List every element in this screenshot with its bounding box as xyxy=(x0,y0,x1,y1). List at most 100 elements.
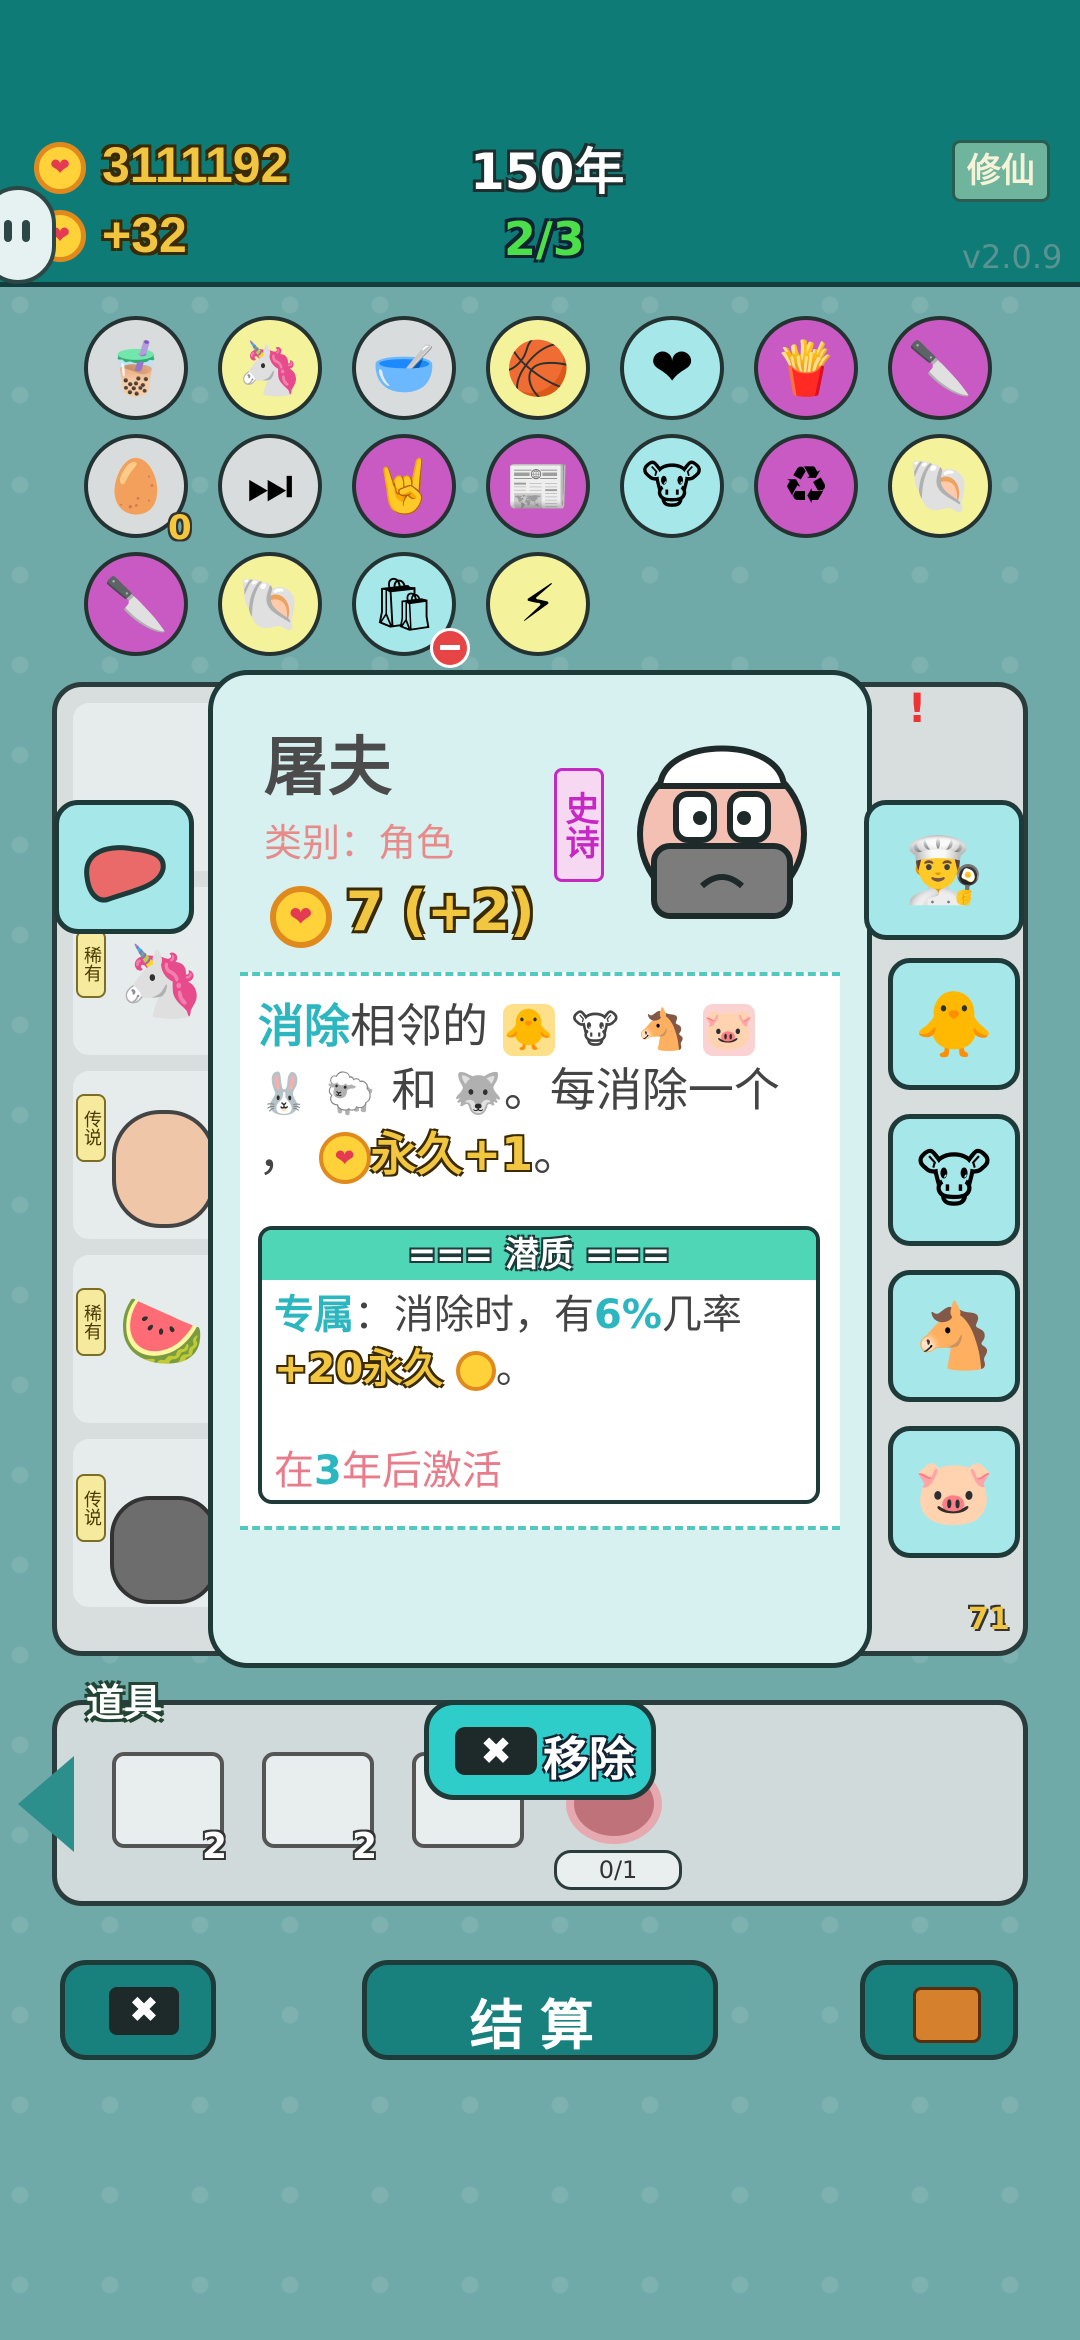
activation-note: 在3年后激活 xyxy=(274,1438,502,1496)
coin-income: +32 xyxy=(102,207,187,263)
unicorn-icon: 🦄 xyxy=(237,338,303,399)
tool-count: 2 xyxy=(202,1826,228,1867)
chick-icon: 🐥 xyxy=(914,987,994,1062)
lightning-item[interactable]: ⚡ xyxy=(486,552,590,656)
shell-icon: 🐚 xyxy=(907,456,973,517)
version-label: v2.0.9 xyxy=(962,238,1063,276)
butcher-portrait-icon xyxy=(637,745,807,919)
potential-desc: 几率 xyxy=(661,1292,742,1338)
cow-pair-icon: 🐮 xyxy=(641,456,703,516)
potential-title: === 潜质 === xyxy=(262,1230,816,1280)
heart-fan-icon: ❤ xyxy=(650,338,694,398)
cultivation-button[interactable]: 修仙 xyxy=(952,140,1050,202)
remove-badge-icon[interactable] xyxy=(430,628,470,668)
tools-title: 道具 xyxy=(86,1681,163,1725)
basketballs-item[interactable]: 🏀 xyxy=(486,316,590,420)
cleaver-icon: 🔪 xyxy=(103,574,169,635)
coin-icon xyxy=(455,1351,496,1391)
potential-bonus: +20永久 xyxy=(274,1346,444,1392)
perm-bonus: 永久+1 xyxy=(370,1127,534,1181)
inventory-button[interactable] xyxy=(860,1960,1018,2060)
shell-icon: 🐚 xyxy=(237,574,303,635)
skip-icon: ⏭ xyxy=(246,455,294,516)
rarity-tag: 传说 xyxy=(76,1094,106,1162)
cow-pair-item[interactable]: 🐮 xyxy=(620,434,724,538)
potential-text: 专属：消除时，有6%几率 +20永久 。 xyxy=(274,1288,814,1396)
desc-text: 相邻的 xyxy=(350,999,488,1053)
side-card-pig[interactable]: 🐷 xyxy=(888,1426,1020,1558)
trash-bag-icon: 🛍 xyxy=(370,574,437,635)
cow-icon: 🐮 xyxy=(569,1003,622,1056)
potential-label: 专属 xyxy=(274,1292,354,1338)
side-card-butcher[interactable]: 👨‍🍳 xyxy=(864,800,1024,940)
side-card-cow[interactable]: 🐮 xyxy=(888,1114,1020,1246)
rabbit-icon: 🐰 xyxy=(259,1070,309,1117)
rock-hand-item[interactable]: 🤘 xyxy=(352,434,456,538)
board-counter: 71 xyxy=(968,1602,1010,1637)
potential-desc: ：消除时，有 xyxy=(354,1292,594,1338)
arrow-left-icon[interactable] xyxy=(18,1756,74,1852)
pig-icon: 🐷 xyxy=(914,1455,994,1530)
fries-item[interactable]: 🍟 xyxy=(754,316,858,420)
cleaver-item[interactable]: 🔪 xyxy=(888,316,992,420)
close-icon: ✖ xyxy=(455,1727,537,1775)
desc-text: 和 xyxy=(391,1063,438,1117)
character-name: 屠夫 xyxy=(264,731,392,805)
unicorn-icon: 🦄 xyxy=(118,940,206,1022)
item-count-badge: 0 xyxy=(168,508,192,548)
coin-icon: ❤ xyxy=(318,1131,371,1184)
year-counter: 150年 xyxy=(470,143,625,201)
desc-text: 。 xyxy=(533,1127,580,1181)
alert-icon: ! xyxy=(908,686,927,732)
cleaver-icon: 🔪 xyxy=(907,338,973,399)
pig-icon: 🐷 xyxy=(702,1003,755,1056)
coin-icon: ❤ xyxy=(34,142,86,194)
egg-carton-icon: 🥚 xyxy=(103,456,169,517)
skip-item[interactable]: ⏭ xyxy=(218,434,322,538)
chick-icon: 🐥 xyxy=(502,1003,555,1056)
recycle-icon: ♻ xyxy=(782,456,830,516)
settle-button[interactable]: 结算 xyxy=(362,1960,718,2060)
potential-chance: 6% xyxy=(594,1292,662,1338)
settle-label: 结算 xyxy=(470,1994,610,2057)
coin-icon xyxy=(270,886,332,948)
round-progress: 2/3 xyxy=(504,212,585,266)
pet-bowl-item[interactable]: 🥣 xyxy=(352,316,456,420)
rarity-badge: 史诗 xyxy=(554,768,604,882)
husky-icon xyxy=(110,1496,218,1604)
unicorn-item[interactable]: 🦄 xyxy=(218,316,322,420)
shell-item[interactable]: 🐚 xyxy=(888,434,992,538)
character-category: 类别：角色 xyxy=(264,821,455,865)
keyword-eliminate: 消除 xyxy=(258,999,350,1053)
shell-item[interactable]: 🐚 xyxy=(218,552,322,656)
bubble-tea-item[interactable]: 🧋 xyxy=(84,316,188,420)
character-value: 7 (+2) xyxy=(346,880,535,943)
desc-text: ， xyxy=(258,1127,304,1181)
desc-text: 。每消除一个 xyxy=(503,1063,780,1117)
rarity-tag: 稀有 xyxy=(76,1288,106,1356)
watermelon-icon: 🍉 xyxy=(118,1290,206,1372)
bubble-tea-icon: 🧋 xyxy=(103,338,169,399)
liver-card[interactable] xyxy=(54,800,194,934)
close-icon: ✖ xyxy=(109,1987,179,2035)
rock-hand-icon: 🤘 xyxy=(371,456,437,517)
heart-fan-item[interactable]: ❤ xyxy=(620,316,724,420)
husky-icon: 🐺 xyxy=(452,1070,503,1117)
rarity-tag: 传说 xyxy=(76,1474,106,1542)
cleaver-item[interactable]: 🔪 xyxy=(84,552,188,656)
chat-bubble-icon[interactable] xyxy=(0,186,56,284)
briefcase-icon xyxy=(913,1987,981,2043)
activation-years: 3 xyxy=(314,1448,342,1494)
side-card-chick[interactable]: 🐥 xyxy=(888,958,1020,1090)
target-count: 0/1 xyxy=(554,1850,682,1890)
recycle-item[interactable]: ♻ xyxy=(754,434,858,538)
time-magazine-item[interactable]: 📰 xyxy=(486,434,590,538)
time-magazine-icon: 📰 xyxy=(505,456,571,517)
remove-button[interactable]: ✖ 移除 xyxy=(424,1700,656,1800)
rarity-tag: 稀有 xyxy=(76,930,106,998)
pet-bowl-icon: 🥣 xyxy=(371,338,437,399)
side-card-horse[interactable]: 🐴 xyxy=(888,1270,1020,1402)
skip-button[interactable]: ✖ xyxy=(60,1960,216,2060)
tool-count: 2 xyxy=(352,1826,378,1867)
remove-label: 移除 xyxy=(543,1732,635,1786)
